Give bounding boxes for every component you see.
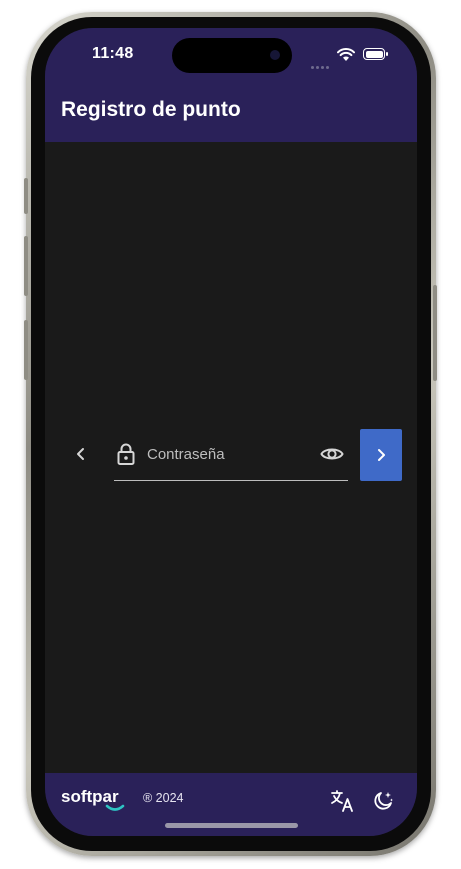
dynamic-island <box>172 38 292 73</box>
phone-volume-down-button <box>24 320 28 380</box>
chevron-left-icon <box>77 448 84 460</box>
battery-tip <box>386 52 388 56</box>
phone-action-button <box>24 178 28 214</box>
battery-icon <box>363 48 385 60</box>
camera-dot <box>270 50 280 60</box>
wifi-icon <box>337 48 355 61</box>
eye-icon[interactable] <box>320 445 344 463</box>
status-time: 11:48 <box>92 45 134 62</box>
page-title: Registro de punto <box>61 98 241 121</box>
phone-power-button <box>433 285 437 381</box>
softpar-logo: softpar <box>61 787 125 811</box>
translate-icon[interactable] <box>331 790 355 812</box>
app-bar: 11:48 Registro de punto <box>45 28 417 142</box>
moon-stars-icon[interactable] <box>372 790 394 812</box>
chevron-right-icon <box>378 449 385 461</box>
back-button[interactable] <box>71 440 91 468</box>
password-field[interactable] <box>147 442 307 466</box>
phone-volume-up-button <box>24 236 28 296</box>
app-screen: 11:48 Registro de punto softpar ® 2024 <box>45 28 417 836</box>
home-indicator <box>165 823 298 828</box>
copyright-text: ® 2024 <box>143 791 184 805</box>
next-button[interactable] <box>360 429 402 481</box>
svg-text:softpar: softpar <box>61 787 119 806</box>
lock-icon <box>117 443 135 465</box>
cellular-signal-icon <box>311 56 333 69</box>
password-field-underline <box>114 480 348 481</box>
